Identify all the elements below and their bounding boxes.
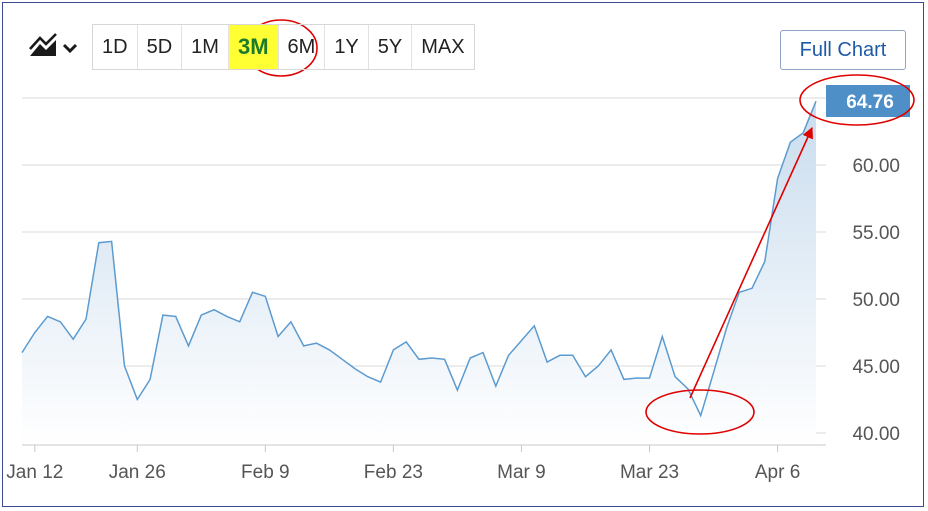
y-tick-label: 40.00	[852, 424, 900, 445]
y-axis: 40.00 45.00 50.00 55.00 60.00	[852, 156, 900, 445]
range-button-1y[interactable]: 1Y	[325, 25, 369, 69]
last-price-tag: 64.76	[826, 85, 910, 117]
range-buttons: 1D 5D 1M 3M 6M 1Y 5Y MAX	[92, 24, 475, 70]
mountain-chart-icon	[29, 33, 78, 56]
x-tick-label: Mar 9	[497, 462, 546, 483]
chevron-down-icon	[62, 43, 78, 54]
x-axis: Jan 12 Jan 26 Feb 9 Feb 23 Mar 9 Mar 23 Apr 6	[6, 444, 826, 483]
y-tick-label: 50.00	[852, 290, 900, 311]
range-button-5d[interactable]: 5D	[138, 25, 183, 69]
chart-type-button[interactable]	[24, 25, 84, 69]
range-button-max[interactable]: MAX	[412, 25, 473, 69]
last-price-label: 64.76	[846, 92, 894, 113]
range-button-6m[interactable]: 6M	[279, 25, 326, 69]
y-tick-label: 55.00	[852, 223, 900, 244]
y-tick-label: 45.00	[852, 357, 900, 378]
range-button-1d[interactable]: 1D	[93, 25, 138, 69]
x-tick-label: Feb 9	[241, 462, 290, 483]
x-tick-label: Feb 23	[364, 462, 423, 483]
full-chart-button[interactable]: Full Chart	[780, 30, 906, 70]
price-chart: 40.00 45.00 50.00 55.00 60.00 Jan 12 Jan 26 Fe…	[6, 19, 915, 483]
range-button-3m[interactable]: 3M	[228, 25, 279, 69]
x-tick-label: Jan 26	[109, 462, 166, 483]
x-tick-label: Mar 23	[620, 462, 679, 483]
range-button-1m[interactable]: 1M	[182, 25, 229, 69]
range-toolbar: 1D 5D 1M 3M 6M 1Y 5Y MAX	[24, 24, 475, 70]
range-button-5y[interactable]: 5Y	[369, 25, 413, 69]
x-tick-label: Jan 12	[6, 462, 63, 483]
x-tick-label: Apr 6	[755, 462, 800, 483]
y-tick-label: 60.00	[852, 156, 900, 177]
